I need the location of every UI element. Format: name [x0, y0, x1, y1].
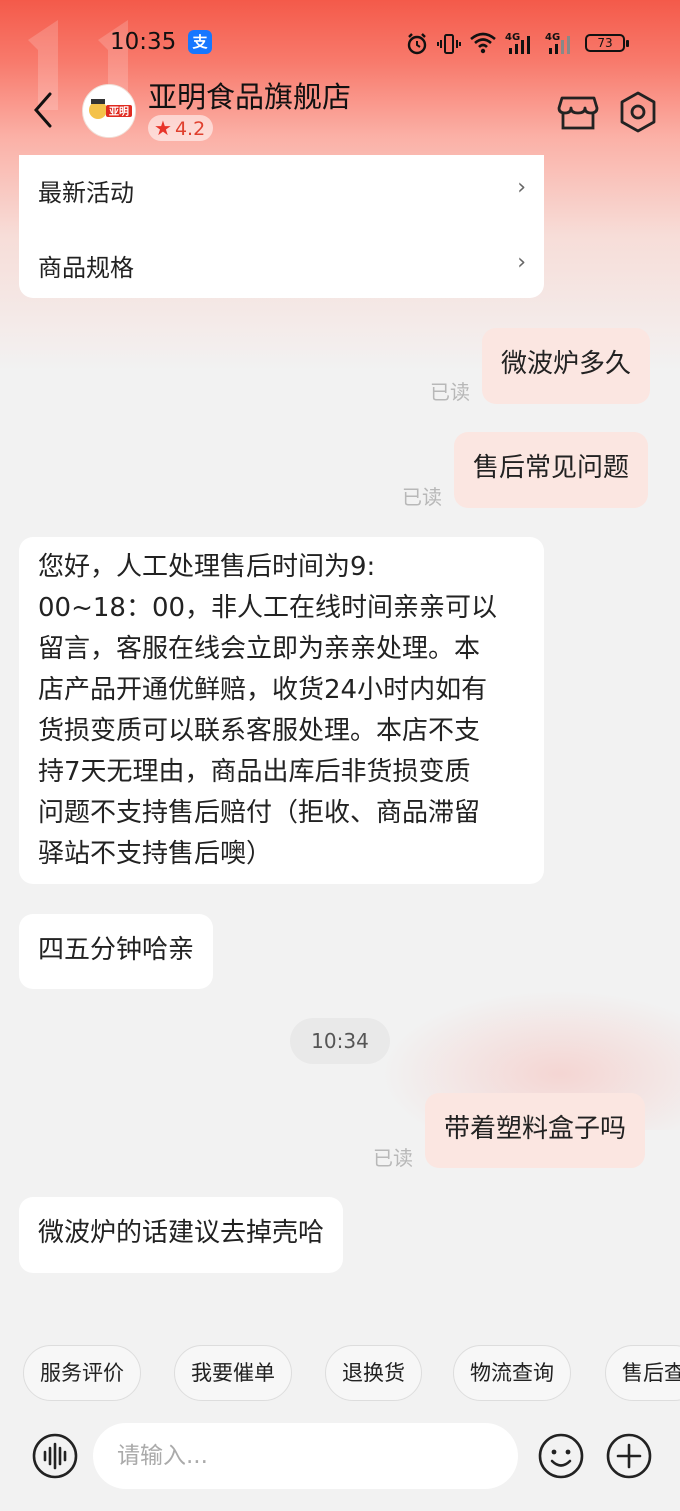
status-time: 10:35	[110, 29, 177, 55]
shop-menu-card: 最新活动 › 商品规格 ›	[19, 155, 544, 298]
menu-item-product-specs[interactable]: 商品规格 ›	[19, 230, 544, 302]
menu-item-label: 最新活动	[38, 179, 134, 207]
signal-4g-icon: 4G	[505, 32, 530, 54]
battery-indicator: 73	[585, 34, 629, 52]
svg-text:4G: 4G	[545, 32, 560, 43]
vibrate-icon	[437, 34, 461, 54]
shop-name[interactable]: 亚明食品旗舰店	[148, 74, 351, 116]
read-status: 已读	[402, 485, 442, 509]
message-text: 微波炉多久	[501, 349, 632, 379]
quick-action-logistics[interactable]: 物流查询	[453, 1345, 571, 1401]
shop-logo-graphic: 亚明	[84, 86, 135, 137]
star-icon: ★	[154, 116, 172, 140]
shop-message-bubble[interactable]: 四五分钟哈亲	[19, 914, 214, 989]
plus-icon[interactable]	[606, 1433, 652, 1479]
chat-header: 亚明 亚明食品旗舰店 ★ 4.2	[0, 70, 680, 150]
message-text: 售后常见问题	[473, 453, 630, 483]
rating-value: 4.2	[174, 118, 206, 140]
chevron-right-icon: ›	[517, 175, 526, 200]
user-message-bubble[interactable]: 售后常见问题	[454, 432, 649, 508]
quick-action-service-review[interactable]: 服务评价	[23, 1345, 141, 1401]
message-line: 驿站不支持售后噢）	[38, 839, 273, 869]
message-text: 带着塑料盒子吗	[444, 1114, 627, 1144]
message-text: 四五分钟哈亲	[38, 935, 195, 965]
read-status: 已读	[430, 380, 470, 404]
quick-action-return-exchange[interactable]: 退换货	[325, 1345, 422, 1401]
wifi-icon	[470, 32, 496, 54]
shop-rating-badge: ★ 4.2	[148, 115, 214, 141]
status-icons: 4G 4G 73	[405, 28, 635, 56]
quick-action-urge-order[interactable]: 我要催单	[174, 1345, 292, 1401]
shop-logo-text: 亚明	[109, 106, 129, 118]
chevron-right-icon: ›	[517, 250, 526, 275]
alarm-icon	[407, 33, 427, 55]
signal-4g-icon-2: 4G	[545, 32, 570, 54]
shop-avatar[interactable]: 亚明	[82, 84, 136, 138]
shop-message-bubble[interactable]: 您好，人工处理售后时间为9: 00~18：00，非人工在线时间亲亲可以 留言，客…	[19, 537, 544, 884]
message-line: 您好，人工处理售后时间为9:	[38, 552, 376, 582]
settings-icon[interactable]	[616, 90, 660, 134]
store-icon[interactable]	[556, 90, 600, 132]
message-line: 00~18：00，非人工在线时间亲亲可以	[38, 593, 498, 623]
message-line: 留言，客服在线会立即为亲亲处理。本	[38, 634, 481, 664]
time-divider: 10:34	[290, 1018, 390, 1064]
emoji-icon[interactable]	[538, 1433, 584, 1479]
shop-message-bubble[interactable]: 微波炉的话建议去掉壳哈	[19, 1197, 344, 1273]
status-bar: 10:35 支 4G 4G 73	[0, 20, 680, 66]
user-message-bubble[interactable]: 微波炉多久	[482, 328, 651, 404]
back-arrow-icon[interactable]	[30, 90, 60, 130]
message-input[interactable]	[93, 1423, 518, 1489]
message-line: 货损变质可以联系客服处理。本店不支	[38, 716, 481, 746]
menu-item-latest-activity[interactable]: 最新活动 ›	[19, 155, 544, 227]
read-status: 已读	[373, 1146, 413, 1170]
message-line: 持7天无理由，商品出库后非货损变质	[38, 757, 471, 787]
message-text: 微波炉的话建议去掉壳哈	[38, 1218, 325, 1248]
quick-action-after-sales[interactable]: 售后查	[605, 1345, 680, 1401]
voice-input-icon[interactable]	[32, 1433, 78, 1479]
menu-item-label: 商品规格	[38, 254, 134, 282]
user-message-bubble[interactable]: 带着塑料盒子吗	[425, 1093, 646, 1168]
message-line: 店产品开通优鲜赔，收货24小时内如有	[38, 675, 488, 705]
quick-action-bar: 服务评价 我要催单 退换货 物流查询 售后查	[0, 1340, 680, 1406]
input-bar	[0, 1415, 680, 1511]
svg-text:4G: 4G	[505, 32, 520, 43]
alipay-icon: 支	[188, 30, 212, 54]
message-line: 问题不支持售后赔付（拒收、商品滞留	[38, 798, 481, 828]
